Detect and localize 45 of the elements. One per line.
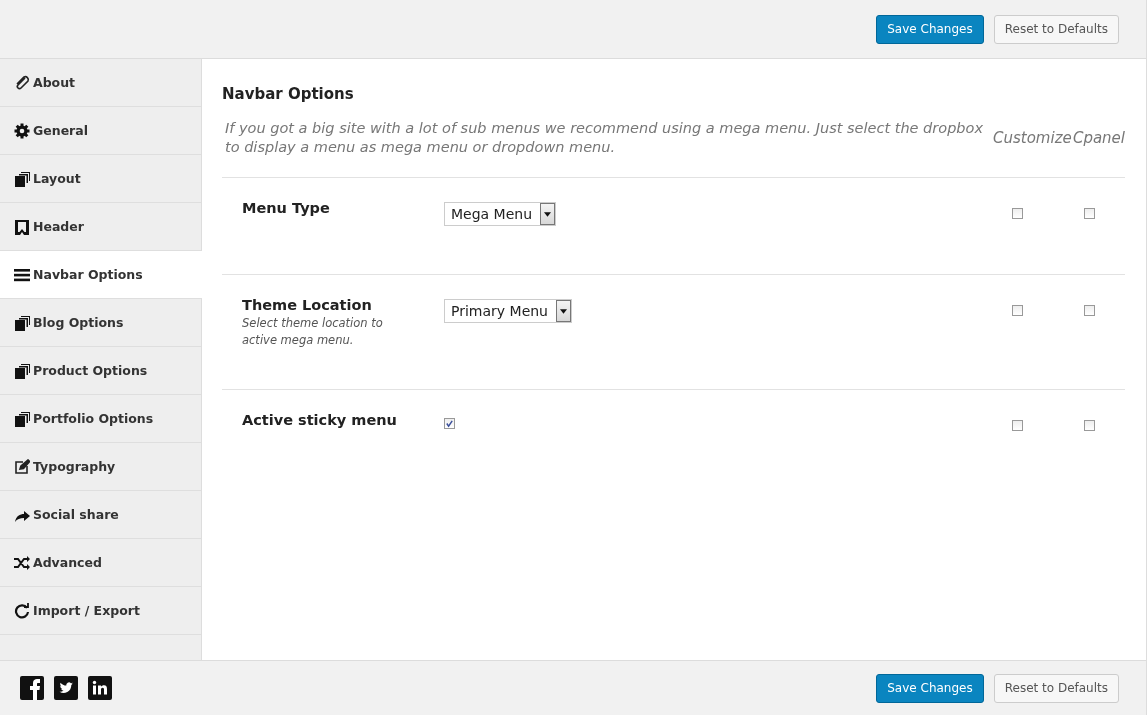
section-title: Navbar Options	[222, 85, 355, 103]
copy-icon	[14, 314, 30, 331]
checkbox[interactable]	[1083, 420, 1095, 431]
bookmark-icon	[14, 218, 30, 235]
dropdown[interactable]: Primary Menu	[444, 299, 572, 323]
copy-icon	[14, 170, 30, 187]
sidebar-item[interactable]: About	[0, 59, 201, 107]
facebook-icon[interactable]	[20, 676, 44, 700]
paperclip-icon	[14, 74, 30, 91]
save-button[interactable]: Save Changes	[876, 14, 984, 44]
option-label: Menu Type	[242, 200, 331, 216]
caret-icon	[544, 211, 552, 217]
refresh-icon	[14, 602, 30, 619]
checkbox[interactable]	[1083, 305, 1095, 316]
sidebar-item[interactable]: Import / Export	[0, 587, 201, 635]
save-button[interactable]: Save Changes	[876, 673, 984, 703]
sidebar-item[interactable]: General	[0, 107, 201, 155]
copy-icon	[14, 410, 30, 427]
twitter-icon[interactable]	[54, 676, 78, 700]
sidebar-item[interactable]: Layout	[0, 155, 201, 203]
checkbox[interactable]	[1011, 208, 1023, 219]
option-label: Active sticky menu	[242, 412, 398, 428]
copy-icon	[14, 362, 30, 379]
shuffle-icon	[14, 554, 30, 571]
reset-button[interactable]: Reset to Defaults	[993, 14, 1119, 44]
dropdown[interactable]: Mega Menu	[444, 202, 557, 226]
checkbox[interactable]	[444, 418, 455, 429]
option-label: Theme Location	[242, 297, 373, 313]
gear-icon	[14, 122, 30, 139]
option-hint: Select theme location to active mega menu.	[242, 315, 384, 349]
menu-icon	[14, 266, 30, 283]
sidebar-item[interactable]: Advanced	[0, 539, 201, 587]
sidebar-item[interactable]: Portfolio Options	[0, 395, 201, 443]
linkedin-icon[interactable]	[88, 676, 112, 700]
sidebar-item[interactable]: Social share	[0, 491, 201, 539]
edit-icon	[14, 458, 30, 475]
checkbox[interactable]	[1011, 420, 1023, 431]
sidebar-item[interactable]: Blog Options	[0, 299, 201, 347]
sidebar-item[interactable]: Product Options	[0, 347, 201, 395]
checkbox[interactable]	[1083, 208, 1095, 219]
caret-icon	[560, 308, 567, 314]
sidebar-item[interactable]: Typography	[0, 443, 201, 491]
reset-button[interactable]: Reset to Defaults	[993, 673, 1119, 703]
checkbox[interactable]	[1011, 305, 1023, 316]
sidebar-item[interactable]: Navbar Options	[0, 251, 202, 299]
